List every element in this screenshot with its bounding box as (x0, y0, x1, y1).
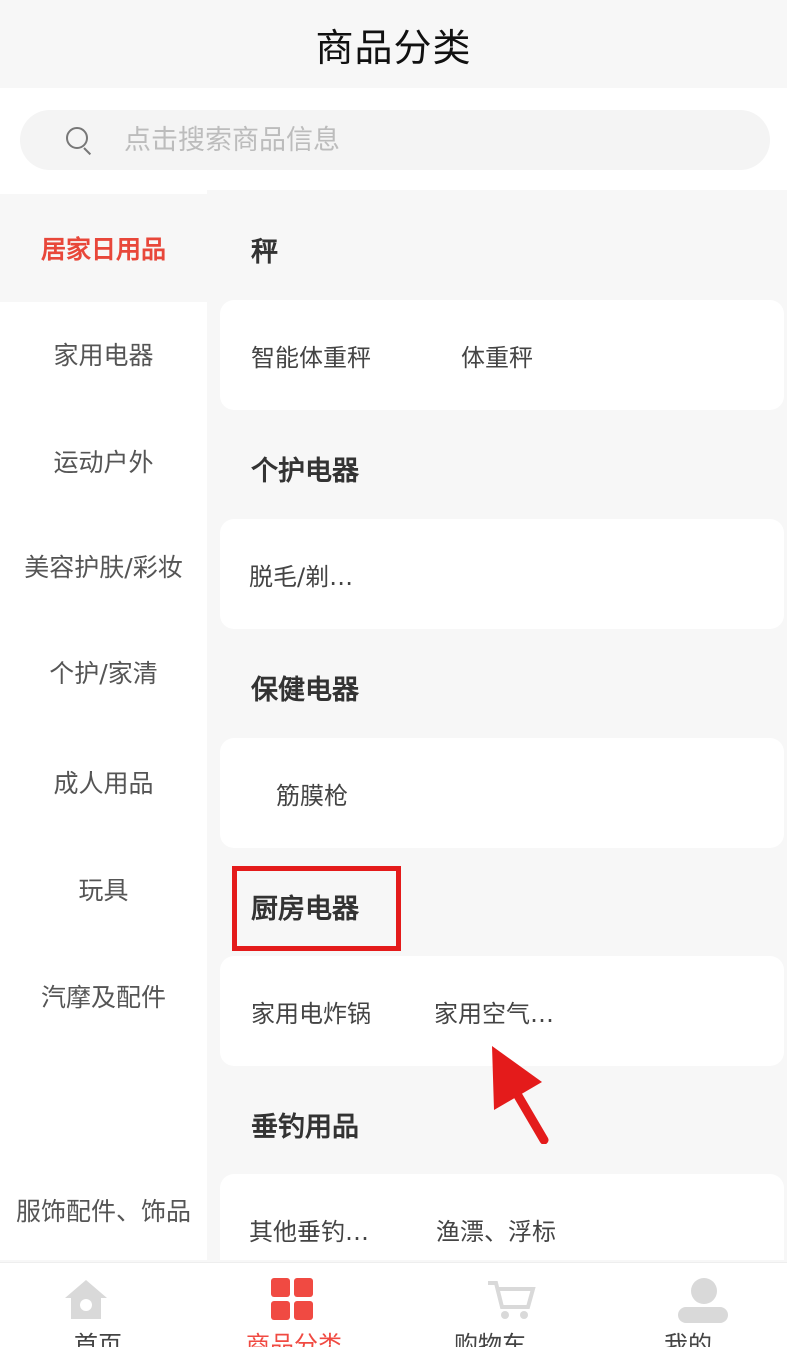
tab-profile[interactable]: 我的 (590, 1263, 786, 1347)
sidebar-item-appliances[interactable]: 家用电器 (0, 300, 207, 408)
tab-category[interactable]: 商品分类 (196, 1263, 392, 1347)
search-bar (0, 88, 787, 190)
sidebar-item-adult[interactable]: 成人用品 (0, 728, 207, 836)
bottom-tab-bar: 首页 商品分类 购物车 我的 (0, 1262, 787, 1347)
sidebar-item-accessories[interactable]: 服饰配件、饰品 (0, 1156, 207, 1264)
subcategory-item[interactable]: 筋膜枪 (276, 738, 348, 848)
subcategory-item[interactable]: 脱毛/剃… (249, 519, 353, 629)
category-sidebar: 居家日用品 家用电器 运动户外 美容护肤/彩妆 个护/家清 成人用品 玩具 汽摩… (0, 190, 207, 1260)
section-card-scale: 智能体重秤 体重秤 (220, 300, 784, 410)
tab-label-home: 首页 (74, 1331, 122, 1347)
search-input[interactable] (124, 124, 724, 156)
subcategory-item[interactable]: 家用电炸锅 (251, 956, 371, 1066)
page-title: 商品分类 (315, 25, 472, 70)
sidebar-item-personal-care[interactable]: 个护/家清 (0, 618, 207, 726)
category-icon (271, 1278, 313, 1320)
tab-cart[interactable]: 购物车 (392, 1263, 588, 1347)
cart-icon (488, 1281, 536, 1319)
user-icon (678, 1278, 728, 1323)
sidebar-item-sports-outdoor[interactable]: 运动户外 (0, 407, 207, 515)
subcategory-item[interactable]: 体重秤 (461, 300, 533, 410)
section-card-fishing: 其他垂钓… 渔漂、浮标 (220, 1174, 784, 1260)
home-icon (65, 1280, 107, 1319)
sidebar-item-toys[interactable]: 玩具 (0, 835, 207, 943)
subcategory-item[interactable]: 其他垂钓… (249, 1174, 369, 1260)
section-title-fishing: 垂钓用品 (251, 1112, 359, 1143)
sidebar-item-auto-parts[interactable]: 汽摩及配件 (0, 942, 207, 1050)
search-icon (66, 127, 92, 156)
page-header: 商品分类 (0, 0, 787, 88)
subcategory-item[interactable]: 智能体重秤 (251, 300, 371, 410)
section-card-health: 筋膜枪 (220, 738, 784, 848)
tab-label-profile: 我的 (664, 1331, 712, 1347)
section-title-scale: 秤 (251, 237, 278, 268)
section-title-personal-care: 个护电器 (251, 456, 359, 487)
subcategory-item[interactable]: 渔漂、浮标 (436, 1174, 556, 1260)
section-card-personal-care: 脱毛/剃… (220, 519, 784, 629)
sidebar-item-home-goods[interactable]: 居家日用品 (0, 194, 207, 302)
highlight-box (232, 866, 401, 951)
search-box[interactable] (20, 110, 770, 170)
tab-label-cart: 购物车 (454, 1331, 526, 1347)
tab-label-category: 商品分类 (246, 1331, 342, 1347)
pointer-arrow-icon (492, 1046, 549, 1144)
sidebar-item-beauty[interactable]: 美容护肤/彩妆 (0, 512, 207, 620)
tab-home[interactable]: 首页 (0, 1263, 196, 1347)
section-title-health: 保健电器 (251, 675, 359, 706)
